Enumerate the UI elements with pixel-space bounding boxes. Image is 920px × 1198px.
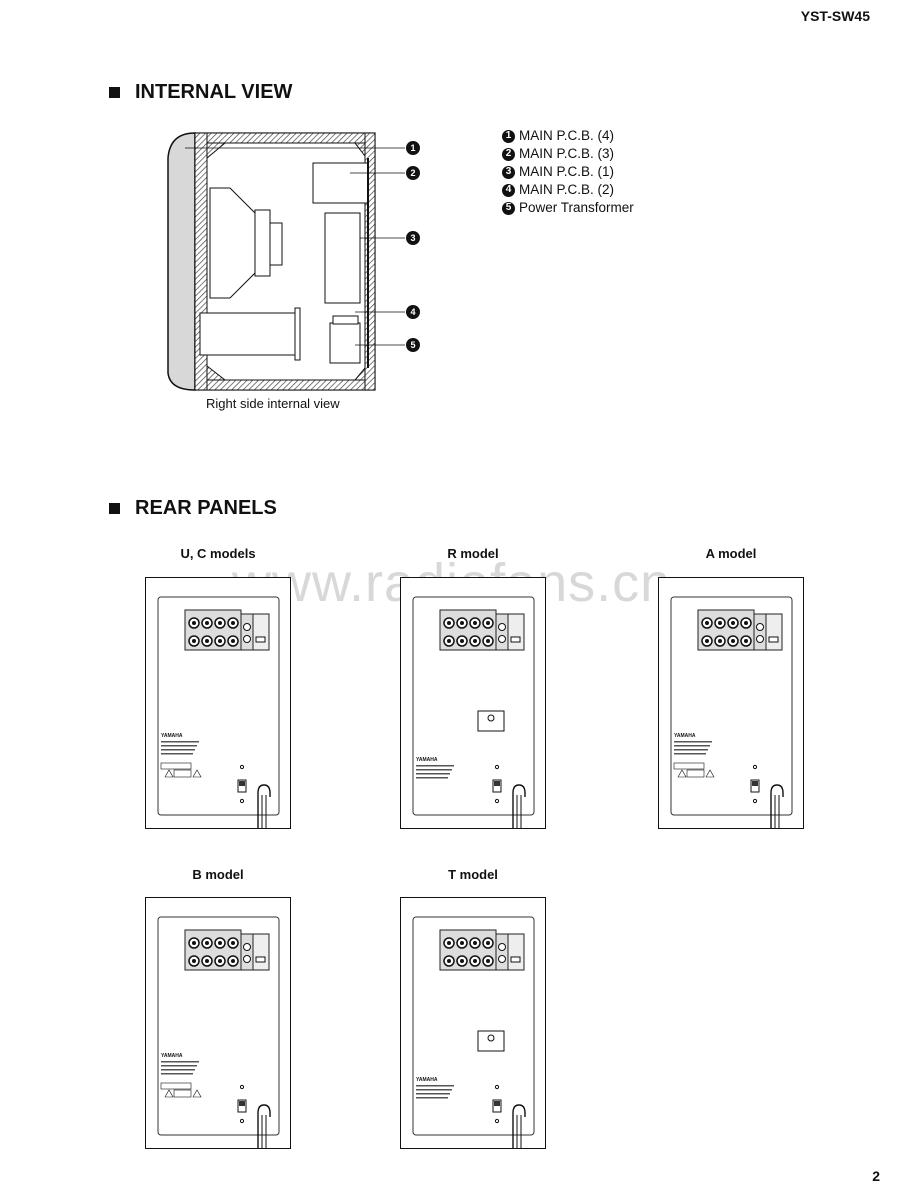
input-jacks: [495, 613, 509, 651]
callout-1: 1: [410, 143, 415, 153]
number-badge-icon: 1: [502, 129, 515, 143]
number-badge-icon: 2: [502, 147, 515, 161]
legend-item: 4 MAIN P.C.B. (2): [502, 181, 634, 199]
voltage-selector: [252, 613, 270, 651]
callout-2: 2: [410, 168, 415, 178]
callout-4: 4: [410, 307, 415, 317]
rear-panel-r: YAMAHA: [400, 577, 546, 829]
square-bullet-icon: [109, 87, 120, 98]
model-label-r: R model: [447, 546, 499, 561]
model-label-a: A model: [705, 546, 757, 561]
model-label-b: B model: [192, 867, 244, 882]
legend-label: MAIN P.C.B. (2): [519, 182, 615, 197]
callout-5: 5: [410, 340, 415, 350]
input-jacks: [753, 613, 767, 651]
legend-label: MAIN P.C.B. (1): [519, 164, 615, 179]
legend-item: 3 MAIN P.C.B. (1): [502, 163, 634, 181]
number-badge-icon: 5: [502, 201, 515, 215]
model-label-t: T model: [448, 867, 498, 882]
speaker-terminals: [439, 609, 497, 651]
svg-text:YAMAHA: YAMAHA: [416, 757, 438, 763]
input-jacks: [240, 613, 254, 651]
legend-label: MAIN P.C.B. (3): [519, 146, 615, 161]
parts-legend: 1 MAIN P.C.B. (4) 2 MAIN P.C.B. (3) 3 MAIN …: [502, 127, 634, 217]
voltage-selector: [252, 933, 270, 971]
svg-text:YAMAHA: YAMAHA: [416, 1077, 438, 1083]
rear-panel-uc: YAMAHA: [145, 577, 291, 829]
square-bullet-icon: [109, 503, 120, 514]
speaker-terminals: [697, 609, 755, 651]
input-jacks: [495, 933, 509, 971]
legend-label: Power Transformer: [519, 200, 634, 215]
input-jacks: [240, 933, 254, 971]
speaker-terminals: [184, 929, 242, 971]
internal-view-diagram: 1 2 3 4 5: [167, 132, 420, 391]
rear-panel-t: YAMAHA: [400, 897, 546, 1149]
rear-panels-title: REAR PANELS: [135, 497, 277, 519]
rear-panel-b: YAMAHA: [145, 897, 291, 1149]
document-model-id: YST-SW45: [800, 8, 870, 24]
number-badge-icon: 4: [502, 183, 515, 197]
number-badge-icon: 3: [502, 165, 515, 179]
voltage-selector: [765, 613, 783, 651]
legend-item: 2 MAIN P.C.B. (3): [502, 145, 634, 163]
speaker-terminals: [184, 609, 242, 651]
voltage-selector: [507, 613, 525, 651]
internal-view-heading: INTERNAL VIEW: [109, 81, 292, 104]
legend-item: 5 Power Transformer: [502, 199, 634, 217]
svg-text:YAMAHA: YAMAHA: [674, 733, 696, 739]
legend-item: 1 MAIN P.C.B. (4): [502, 127, 634, 145]
legend-label: MAIN P.C.B. (4): [519, 128, 615, 143]
svg-text:YAMAHA: YAMAHA: [161, 1053, 183, 1059]
internal-view-title: INTERNAL VIEW: [135, 81, 293, 103]
rear-panels-heading: REAR PANELS: [109, 497, 277, 520]
callout-3: 3: [410, 233, 415, 243]
page-number: 2: [872, 1168, 880, 1184]
speaker-terminals: [439, 929, 497, 971]
rear-panel-a: YAMAHA: [658, 577, 804, 829]
svg-text:YAMAHA: YAMAHA: [161, 733, 183, 739]
voltage-selector: [507, 933, 525, 971]
page: { "header": { "model": "YST-SW45" }, "in…: [0, 0, 920, 1198]
model-label-uc: U, C models: [180, 546, 256, 561]
internal-view-caption: Right side internal view: [206, 396, 340, 411]
